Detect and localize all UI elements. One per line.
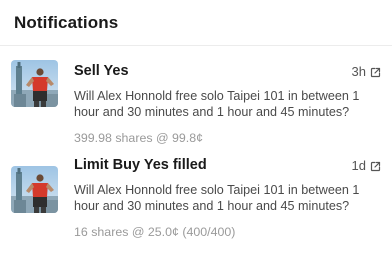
notification-title: Sell Yes xyxy=(74,63,129,79)
notifications-header: Notifications xyxy=(0,0,392,46)
notification-title: Limit Buy Yes filled xyxy=(74,157,207,173)
notification-time-link[interactable]: 3h xyxy=(352,64,381,79)
notification-item[interactable]: Sell Yes 3h Will Alex Honnold free solo … xyxy=(0,46,392,152)
page-title: Notifications xyxy=(14,13,119,32)
external-link-icon[interactable] xyxy=(370,66,381,77)
external-link-icon[interactable] xyxy=(370,160,381,171)
notification-time: 1d xyxy=(351,157,366,173)
notification-title-row: Sell Yes 3h xyxy=(74,62,381,80)
notification-meta: 16 shares @ 25.0¢ (400/400) xyxy=(74,225,236,239)
notification-description: Will Alex Honnold free solo Taipei 101 i… xyxy=(74,89,360,119)
market-thumbnail xyxy=(11,166,58,213)
market-thumbnail xyxy=(11,60,58,107)
notification-item[interactable]: Limit Buy Yes filled 1d Will Alex Honnol… xyxy=(0,152,392,239)
notification-meta: 399.98 shares @ 99.8¢ xyxy=(74,131,204,145)
notification-description: Will Alex Honnold free solo Taipei 101 i… xyxy=(74,183,360,213)
notifications-panel: Notifications Sell Yes 3h Will Alex Honn… xyxy=(0,0,392,257)
notification-time-link[interactable]: 1d xyxy=(352,158,381,173)
notification-time: 3h xyxy=(351,63,366,79)
notification-title-row: Limit Buy Yes filled 1d xyxy=(74,156,381,174)
